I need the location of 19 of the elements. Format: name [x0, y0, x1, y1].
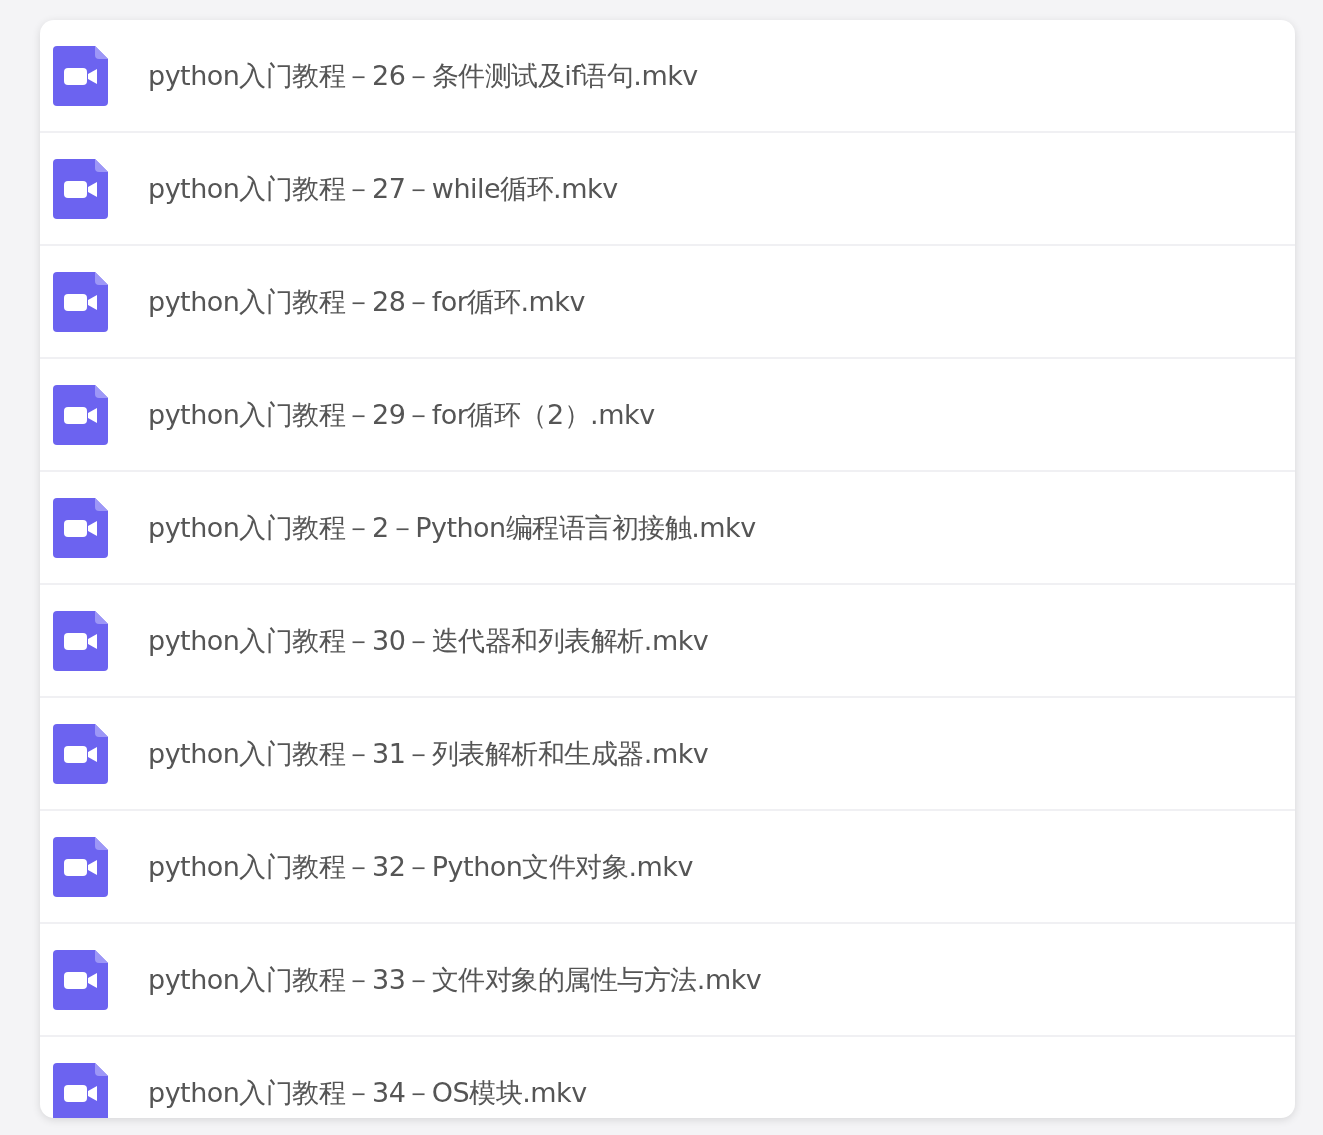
- file-name[interactable]: python入门教程－30－迭代器和列表解析.mkv: [148, 622, 709, 659]
- file-name[interactable]: python入门教程－2－Python编程语言初接触.mkv: [148, 509, 756, 546]
- file-name[interactable]: python入门教程－34－OS模块.mkv: [148, 1074, 587, 1111]
- video-file-icon: [53, 45, 108, 106]
- file-name[interactable]: python入门教程－31－列表解析和生成器.mkv: [148, 735, 709, 772]
- file-name[interactable]: python入门教程－27－while循环.mkv: [148, 170, 618, 207]
- video-file-icon: [53, 610, 108, 671]
- file-name[interactable]: python入门教程－28－for循环.mkv: [148, 283, 585, 320]
- file-name[interactable]: python入门教程－33－文件对象的属性与方法.mkv: [148, 961, 762, 998]
- video-file-icon: [53, 949, 108, 1010]
- video-file-icon: [53, 158, 108, 219]
- video-file-icon: [53, 497, 108, 558]
- file-name[interactable]: python入门教程－32－Python文件对象.mkv: [148, 848, 693, 885]
- video-file-icon: [53, 271, 108, 332]
- video-file-icon: [53, 836, 108, 897]
- file-name[interactable]: python入门教程－29－for循环（2）.mkv: [148, 396, 655, 433]
- video-file-icon: [53, 384, 108, 445]
- video-file-icon: [53, 723, 108, 784]
- file-name[interactable]: python入门教程－26－条件测试及if语句.mkv: [148, 57, 698, 94]
